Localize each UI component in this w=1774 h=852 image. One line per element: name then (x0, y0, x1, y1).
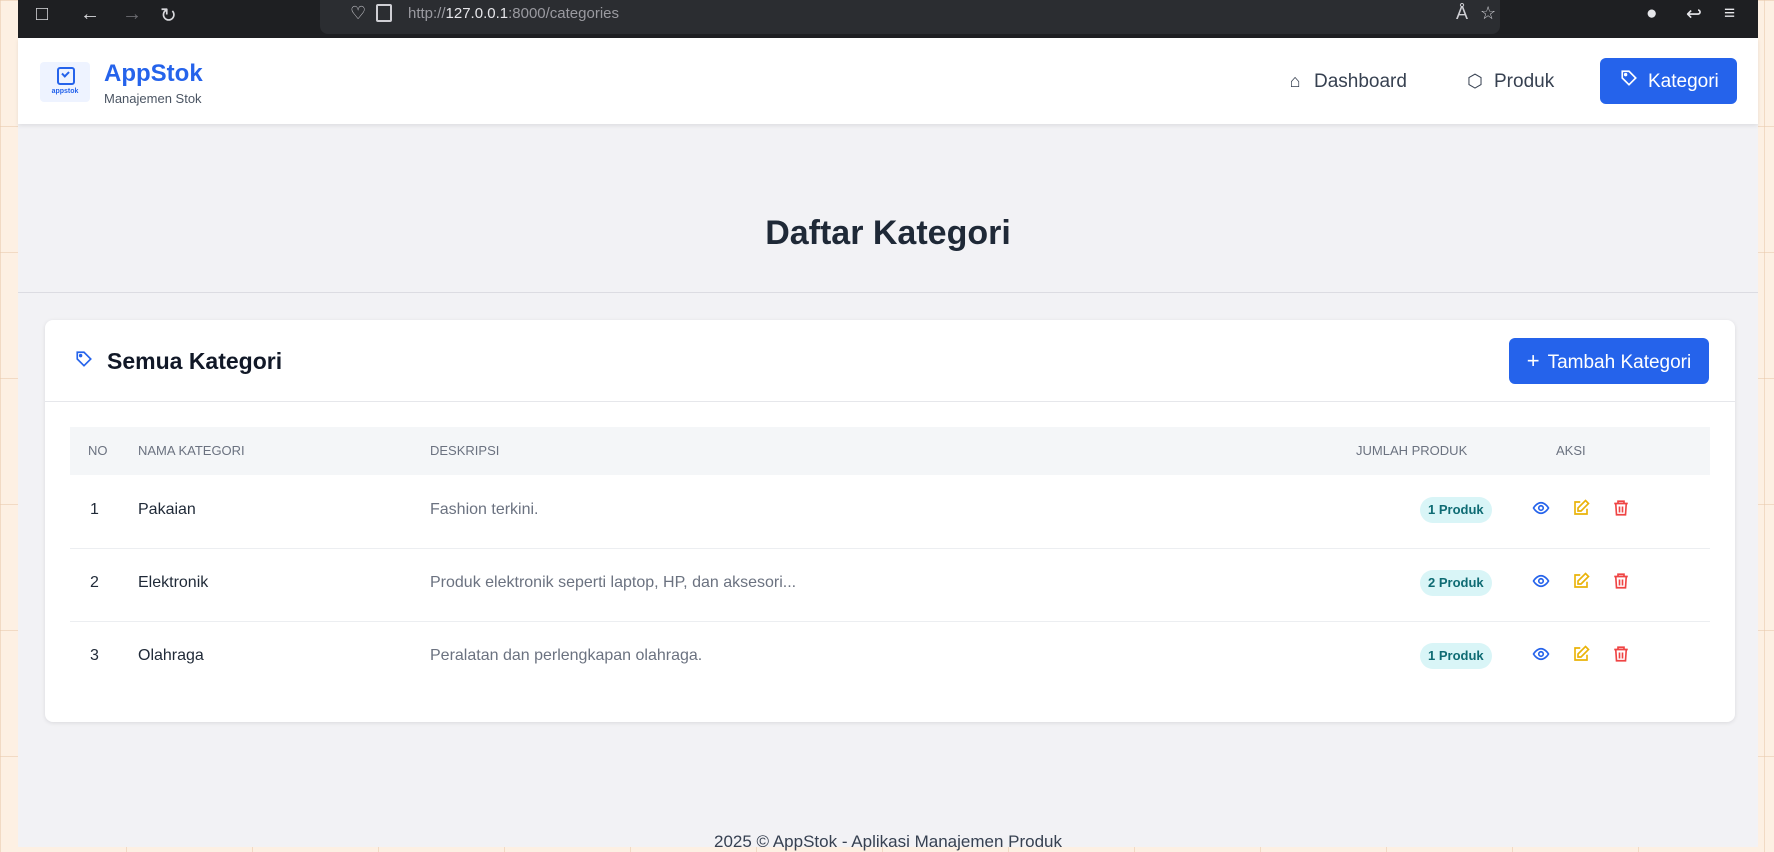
table-header: NO NAMA KATEGORI DESKRIPSI JUMLAH PRODUK… (70, 427, 1710, 475)
view-icon[interactable] (1532, 572, 1550, 590)
tag-icon (76, 351, 92, 367)
view-icon[interactable] (1532, 645, 1550, 663)
row-name: Olahraga (138, 647, 204, 664)
row-name: Elektronik (138, 574, 209, 591)
account-icon[interactable]: ● (1646, 3, 1657, 25)
logo-text: appstok (51, 88, 79, 95)
delete-icon[interactable] (1612, 572, 1630, 590)
back-icon[interactable]: ← (80, 3, 100, 26)
row-no: 1 (90, 501, 99, 518)
browser-toolbar: □ ← → ↻ ♡ http://127.0.0.1:8000/categori… (18, 0, 1758, 38)
footer-text: 2025 © AppStok - Aplikasi Manajemen Prod… (713, 832, 1062, 851)
forward-icon[interactable]: → (122, 3, 142, 26)
row-name: Pakaian (138, 501, 196, 518)
logo-check-icon (57, 67, 75, 85)
divider (18, 292, 1758, 293)
home-icon: ⌂ (1289, 71, 1301, 91)
extensions-icon[interactable]: ↩ (1686, 3, 1702, 26)
edit-icon[interactable] (1572, 645, 1590, 663)
app-window: appstok AppStok Manajemen Stok ⌂ Dashboar… (18, 38, 1758, 851)
categories-card: Semua Kategori + Tambah Kategori NO NAMA … (45, 320, 1735, 722)
table-row: 2 Elektronik Produk elektronik seperti l… (70, 548, 1710, 622)
card-header: Semua Kategori + Tambah Kategori (45, 320, 1735, 402)
th-description: DESKRIPSI (430, 443, 500, 458)
url-text[interactable]: http://127.0.0.1:8000/categories (408, 5, 619, 22)
th-no: NO (88, 443, 108, 458)
page-icon (376, 4, 392, 22)
delete-icon[interactable] (1612, 499, 1630, 517)
url-prefix: http:// (408, 5, 446, 22)
th-name: NAMA KATEGORI (138, 443, 245, 458)
row-description: Peralatan dan perlengkapan olahraga. (430, 647, 703, 664)
app-logo[interactable]: appstok (40, 62, 90, 102)
shield-icon[interactable]: ♡ (350, 3, 366, 24)
brand-subtitle: Manajemen Stok (104, 91, 202, 106)
address-bar[interactable]: ♡ http://127.0.0.1:8000/categories Å ☆ (320, 0, 1500, 34)
top-navbar: appstok AppStok Manajemen Stok ⌂ Dashboar… (18, 38, 1758, 124)
tag-icon (1618, 58, 1640, 104)
reload-icon[interactable]: ↻ (160, 3, 177, 28)
th-actions: AKSI (1556, 443, 1586, 458)
table-row: 3 Olahraga Peralatan dan perlengkapan ol… (70, 621, 1710, 694)
box-icon: ⬡ (1467, 71, 1483, 91)
edit-icon[interactable] (1572, 572, 1590, 590)
plus-icon: + (1526, 348, 1540, 373)
nav-produk[interactable]: ⬡ Produk (1464, 58, 1554, 104)
product-count-badge: 1 Produk (1420, 497, 1492, 523)
product-count-badge: 1 Produk (1420, 643, 1492, 669)
row-no: 3 (90, 647, 99, 664)
th-product-count: JUMLAH PRODUK (1356, 443, 1468, 458)
nav-produk-label: Produk (1494, 71, 1555, 92)
row-description: Produk elektronik seperti laptop, HP, da… (430, 574, 797, 591)
bookmark-star-icon[interactable]: ☆ (1480, 3, 1496, 24)
add-category-button[interactable]: + Tambah Kategori (1509, 338, 1709, 384)
add-category-label: Tambah Kategori (1547, 352, 1692, 373)
row-no: 2 (90, 574, 99, 591)
delete-icon[interactable] (1612, 645, 1630, 663)
url-path: :8000/categories (508, 5, 620, 22)
page-title: Daftar Kategori (765, 214, 1011, 252)
translate-icon[interactable]: Å (1456, 3, 1468, 24)
nav-kategori-label: Kategori (1648, 71, 1719, 92)
product-count-badge: 2 Produk (1420, 570, 1492, 596)
nav-dashboard-label: Dashboard (1314, 71, 1407, 92)
view-icon[interactable] (1532, 499, 1550, 517)
nav-dashboard[interactable]: ⌂ Dashboard (1284, 58, 1407, 104)
edit-icon[interactable] (1572, 499, 1590, 517)
brand-name[interactable]: AppStok (104, 60, 203, 88)
url-host: 127.0.0.1 (445, 5, 509, 22)
menu-icon[interactable]: ≡ (1724, 3, 1735, 25)
card-title: Semua Kategori (107, 348, 283, 374)
table-row: 1 Pakaian Fashion terkini. 1 Produk (70, 475, 1710, 549)
nav-kategori[interactable]: Kategori (1600, 58, 1737, 104)
row-description: Fashion terkini. (430, 501, 539, 518)
sidebar-toggle-icon[interactable]: □ (36, 3, 48, 26)
